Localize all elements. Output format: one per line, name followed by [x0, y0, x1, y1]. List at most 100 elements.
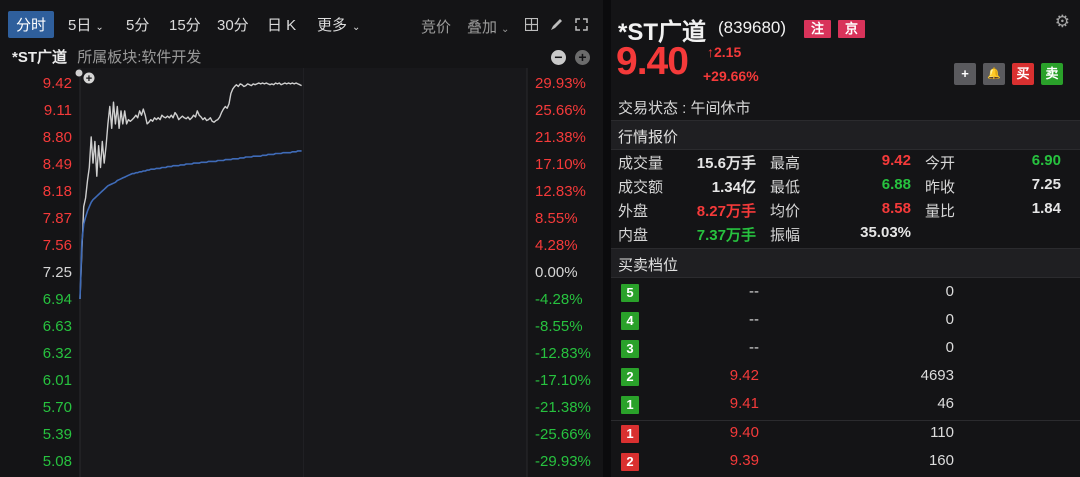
quote-value: 6.90: [1031, 152, 1061, 169]
add-indicator-plus: +: [86, 73, 92, 85]
tab-more[interactable]: 更多 ⌄: [317, 14, 360, 35]
zoom-in-icon[interactable]: +: [575, 50, 590, 65]
ask-level-badge: 1: [621, 396, 639, 414]
y-tick-label: 9.11: [44, 102, 72, 119]
quote-label: 昨收: [925, 179, 956, 196]
quote-value: 1.34亿: [711, 179, 756, 196]
chevron-down-icon: ⌄: [95, 22, 104, 33]
quote-panel: *ST广道 (839680) 注 京 ⚙ 9.40 ↑2.15 +29.66% …: [611, 0, 1080, 477]
quote-label: 均价: [770, 203, 801, 220]
overlay-label: 叠加: [467, 19, 498, 36]
ask-volume: 4693: [920, 367, 954, 384]
y-pct-tick-label: -4.28%: [535, 291, 583, 308]
y-pct-tick-label: 25.66%: [535, 102, 586, 119]
tab-timeshare[interactable]: 分时: [8, 11, 55, 38]
bid-volume: 110: [930, 424, 954, 441]
tab-5min[interactable]: 5分: [126, 14, 149, 35]
ask-volume: 0: [945, 339, 954, 356]
ask-level-badge: 4: [621, 312, 639, 330]
timeshare-chart[interactable]: 9.42 9.11 8.80 8.49 8.18 7.87 7.56 7.25 6.94 6.63…: [0, 68, 603, 477]
y-pct-tick-label: -12.83%: [535, 345, 591, 362]
price-change-pct: +29.66%: [703, 68, 759, 84]
marker-dot: [75, 69, 83, 77]
quote-value: 8.58: [881, 200, 911, 217]
y-pct-tick-label: -25.66%: [535, 426, 591, 443]
zoom-out-icon[interactable]: −: [551, 50, 566, 65]
bse-badge: 京: [838, 20, 866, 38]
ask-price: --: [749, 339, 759, 356]
grid-icon[interactable]: [525, 18, 538, 31]
registration-badge: 注: [804, 20, 832, 38]
add-watchlist-button[interactable]: +: [954, 63, 976, 85]
draw-pen-icon[interactable]: [550, 18, 563, 31]
y-pct-tick-label: -29.93%: [535, 453, 591, 470]
sell-button[interactable]: 卖: [1041, 63, 1063, 85]
price-change-value: 2.15: [714, 44, 742, 60]
quote-section-header: 行情报价: [611, 120, 1080, 150]
y-tick-label: 9.42: [43, 75, 72, 92]
tab-5day-label: 5日: [68, 17, 92, 34]
fullscreen-icon[interactable]: [575, 18, 588, 31]
ask-volume: 0: [945, 283, 954, 300]
quote-label: 成交额: [618, 179, 664, 196]
orderbook-section-header: 买卖档位: [611, 248, 1080, 278]
y-pct-tick-label: 17.10%: [535, 156, 586, 173]
quote-label: 外盘: [618, 203, 649, 220]
y-pct-tick-label: 0.00%: [535, 264, 578, 281]
arrow-up-icon: ↑: [707, 44, 714, 60]
y-pct-tick-label: 4.28%: [535, 237, 578, 254]
buy-button[interactable]: 买: [1012, 63, 1034, 85]
price-change: ↑2.15: [707, 44, 741, 60]
auction-toggle[interactable]: 竞价: [421, 16, 451, 37]
quote-value: 7.25: [1031, 176, 1061, 193]
y-tick-label: 6.01: [43, 372, 72, 389]
quote-value: 9.42: [881, 152, 911, 169]
y-tick-label: 8.18: [43, 183, 72, 200]
bid-level-badge: 2: [621, 453, 639, 471]
quote-label: 量比: [925, 203, 956, 220]
y-tick-label: 6.94: [43, 291, 72, 308]
ask-price: --: [749, 283, 759, 300]
y-tick-label: 7.87: [43, 210, 72, 227]
bid-price: 9.39: [729, 452, 759, 469]
y-pct-tick-label: 8.55%: [535, 210, 578, 227]
tab-daily-k[interactable]: 日 K: [267, 14, 296, 35]
quote-label: 最低: [770, 179, 801, 196]
chart-info-row: *ST广道 所属板块:软件开发: [12, 46, 201, 67]
ask-price: 9.41: [729, 395, 759, 412]
tab-more-label: 更多: [317, 17, 348, 34]
y-tick-label: 6.32: [43, 345, 72, 362]
quote-value: 15.6万手: [696, 155, 756, 172]
y-tick-label: 5.39: [43, 426, 72, 443]
tab-5day[interactable]: 5日 ⌄: [68, 14, 104, 35]
quote-section-title: 行情报价: [618, 129, 679, 146]
quote-label: 内盘: [618, 227, 649, 244]
quote-label: 今开: [925, 155, 956, 172]
y-tick-label: 7.25: [43, 264, 72, 281]
ask-price: 9.42: [729, 367, 759, 384]
y-tick-label: 7.56: [43, 237, 72, 254]
gear-icon[interactable]: ⚙: [1055, 12, 1070, 32]
chart-panel: 分时 5日 ⌄ 5分 15分 30分 日 K 更多 ⌄ 竞价 叠加 ⌄ *ST广道 所…: [0, 0, 603, 477]
alert-bell-icon[interactable]: 🔔: [983, 63, 1005, 85]
y-tick-label: 8.49: [43, 156, 72, 173]
quote-label: 最高: [770, 155, 801, 172]
stock-code: (839680): [718, 18, 787, 37]
tab-30min[interactable]: 30分: [217, 14, 249, 35]
y-tick-label: 6.63: [43, 318, 72, 335]
overlay-dropdown[interactable]: 叠加 ⌄: [467, 16, 509, 37]
tab-15min[interactable]: 15分: [169, 14, 201, 35]
ask-volume: 0: [945, 311, 954, 328]
chart-sector: 所属板块:软件开发: [77, 49, 202, 66]
ask-level-badge: 5: [621, 284, 639, 302]
chart-toolbar: 分时 5日 ⌄ 5分 15分 30分 日 K 更多 ⌄ 竞价 叠加 ⌄: [0, 8, 603, 42]
quote-value: 35.03%: [860, 224, 911, 241]
bid-price: 9.40: [729, 424, 759, 441]
quote-value: 1.84: [1031, 200, 1061, 217]
y-pct-tick-label: 29.93%: [535, 75, 586, 92]
ask-price: --: [749, 311, 759, 328]
y-pct-tick-label: -8.55%: [535, 318, 583, 335]
quote-value: 8.27万手: [696, 203, 756, 220]
quote-label: 振幅: [770, 227, 801, 244]
quote-value: 7.37万手: [696, 227, 756, 244]
